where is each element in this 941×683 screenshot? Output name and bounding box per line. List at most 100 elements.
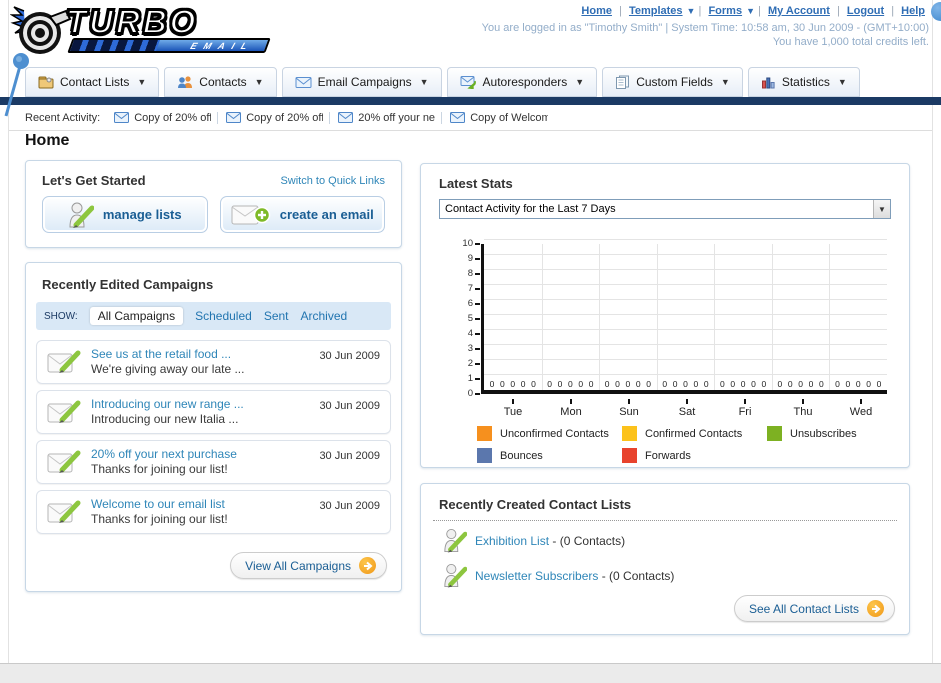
value-label: 0: [588, 379, 594, 389]
tab-autoresponders[interactable]: Autoresponders ▼: [446, 67, 598, 97]
campaign-row[interactable]: See us at the retail food ... We're givi…: [36, 340, 391, 384]
see-all-contact-lists-label: See All Contact Lists: [748, 601, 859, 616]
stats-report-selected-value: Contact Activity for the Last 7 Days: [445, 203, 616, 215]
stats-report-select[interactable]: Contact Activity for the Last 7 Days ▼: [439, 199, 891, 219]
filter-all-campaigns[interactable]: All Campaigns: [89, 307, 184, 325]
top-link-my-account[interactable]: My Account: [768, 5, 830, 17]
campaign-title-link[interactable]: See us at the retail food ...: [91, 347, 244, 362]
filter-archived[interactable]: Archived: [301, 309, 348, 323]
x-tick-label: Wed: [832, 399, 890, 418]
h-gridline: [484, 359, 887, 360]
person-pencil-icon: [444, 563, 467, 588]
y-tick-label: 4: [467, 328, 481, 339]
recent-activity-item[interactable]: Copy of 20% off yo: [114, 111, 219, 124]
campaign-title-link[interactable]: 20% off your next purchase: [91, 447, 237, 462]
h-gridline: [484, 299, 887, 300]
view-all-campaigns-button[interactable]: View All Campaigns: [230, 552, 387, 579]
status-line-2: You have 1,000 total credits left.: [772, 36, 929, 48]
filter-scheduled[interactable]: Scheduled: [195, 309, 252, 323]
latest-stats-panel: Latest Stats Contact Activity for the La…: [420, 163, 910, 468]
tab-statistics[interactable]: Statistics ▼: [747, 67, 860, 97]
recent-activity-item[interactable]: 20% off your next p: [338, 111, 443, 124]
y-tick-label: 10: [462, 238, 480, 249]
turbo-email-logo[interactable]: TURBO EMAIL: [10, 2, 271, 57]
h-gridline: [484, 269, 887, 270]
person-pencil-icon: [444, 528, 467, 553]
x-tick-label: Sat: [658, 399, 716, 418]
top-link-forms[interactable]: Forms: [708, 5, 742, 17]
chevron-down-icon: ▼: [254, 77, 264, 87]
top-link-logout[interactable]: Logout: [847, 5, 884, 17]
campaign-title-link[interactable]: Introducing our new range ...: [91, 397, 244, 412]
main-nav-tabs: Contact Lists ▼ Contacts ▼ Email Campaigns…: [25, 67, 865, 97]
chart-zero-row: 00000000000000000000000000000000000: [484, 379, 887, 389]
value-label-group: 00000: [599, 379, 657, 389]
create-email-button[interactable]: create an email: [219, 196, 385, 233]
value-label: 0: [635, 379, 641, 389]
filter-sent[interactable]: Sent: [264, 309, 289, 323]
top-link-home[interactable]: Home: [581, 5, 612, 17]
legend-swatch: [477, 426, 492, 441]
chart-y-axis: 0 1 2 3 4 5 6 7 8 9 10: [455, 239, 481, 399]
campaign-subtitle: Introducing our new Italia ...: [91, 412, 239, 426]
contact-list-item[interactable]: Newsletter Subscribers - (0 Contacts): [421, 556, 909, 591]
recent-activity-item[interactable]: Copy of 20% off yo: [226, 111, 331, 124]
value-label: 0: [615, 379, 620, 389]
chart-legend: Unconfirmed Contacts Confirmed Contacts Un…: [477, 426, 927, 470]
login-status: You are logged in as "Timothy Smith" | S…: [482, 21, 929, 49]
envelope-arrow-icon: [460, 76, 476, 89]
chevron-down-icon: ▼: [746, 6, 755, 16]
view-all-campaigns-label: View All Campaigns: [245, 558, 351, 573]
h-gridline: [484, 344, 887, 345]
value-label: 0: [819, 379, 824, 389]
tab-custom-fields[interactable]: Custom Fields ▼: [602, 67, 743, 97]
manage-lists-button[interactable]: manage lists: [42, 196, 208, 233]
envelope-pencil-icon: [47, 350, 81, 373]
create-email-label: create an email: [279, 207, 374, 222]
v-gridline: [656, 244, 658, 390]
campaign-row[interactable]: Introducing our new range ... Introducin…: [36, 390, 391, 434]
envelope-icon: [338, 112, 354, 123]
h-gridline: [484, 374, 887, 375]
legend-label: Unsubscribes: [790, 427, 857, 440]
get-started-panel: Let's Get Started Switch to Quick Links …: [25, 160, 402, 248]
value-label-group: 00000: [829, 379, 887, 389]
tab-email-campaigns[interactable]: Email Campaigns ▼: [281, 67, 442, 97]
chevron-down-icon: ▼: [419, 77, 429, 87]
value-label: 0: [625, 379, 631, 389]
recently-edited-campaigns-panel: Recently Edited Campaigns SHOW: All Camp…: [25, 262, 402, 592]
value-label-group: 00000: [542, 379, 600, 389]
h-gridline: [484, 314, 887, 315]
contact-list-link[interactable]: Exhibition List: [475, 534, 549, 548]
campaign-subtitle: Thanks for joining our list!: [91, 512, 228, 526]
h-gridline: [484, 239, 887, 240]
tab-label: Contact Lists: [60, 75, 130, 89]
arrow-right-icon: [359, 557, 376, 574]
contact-list-count: (0 Contacts): [559, 533, 626, 548]
contact-list-sep: -: [549, 533, 560, 548]
campaign-row[interactable]: Welcome to our email list Thanks for joi…: [36, 490, 391, 534]
y-tick-label: 0: [467, 388, 481, 399]
top-link-templates[interactable]: Templates: [629, 5, 683, 17]
switch-to-quick-links[interactable]: Switch to Quick Links: [280, 175, 385, 187]
h-gridline: [484, 284, 887, 285]
campaign-row[interactable]: 20% off your next purchase Thanks for jo…: [36, 440, 391, 484]
contact-list-item[interactable]: Exhibition List - (0 Contacts): [421, 521, 909, 556]
tab-contact-lists[interactable]: Contact Lists ▼: [25, 67, 160, 97]
campaign-date: 30 Jun 2009: [319, 450, 380, 462]
see-all-contact-lists-button[interactable]: See All Contact Lists: [733, 595, 895, 622]
recent-activity-label: Recent Activity:: [25, 111, 101, 124]
recent-activity-item[interactable]: Copy of Welcome to: [450, 112, 554, 124]
recent-activity-bar: Recent Activity: Copy of 20% off yo Copy…: [9, 105, 932, 131]
campaign-title-link[interactable]: Welcome to our email list: [91, 497, 228, 512]
logo-text: TURBO EMAIL: [65, 2, 271, 53]
page-title: Home: [25, 132, 70, 149]
tab-contacts[interactable]: Contacts ▼: [164, 67, 277, 97]
contact-list-link[interactable]: Newsletter Subscribers: [475, 569, 598, 583]
v-gridline: [771, 244, 773, 390]
top-link-help[interactable]: Help: [901, 5, 925, 17]
value-label: 0: [557, 379, 563, 389]
v-gridline: [541, 244, 543, 390]
chevron-down-icon: ▼: [873, 200, 890, 218]
value-label: 0: [672, 379, 678, 389]
